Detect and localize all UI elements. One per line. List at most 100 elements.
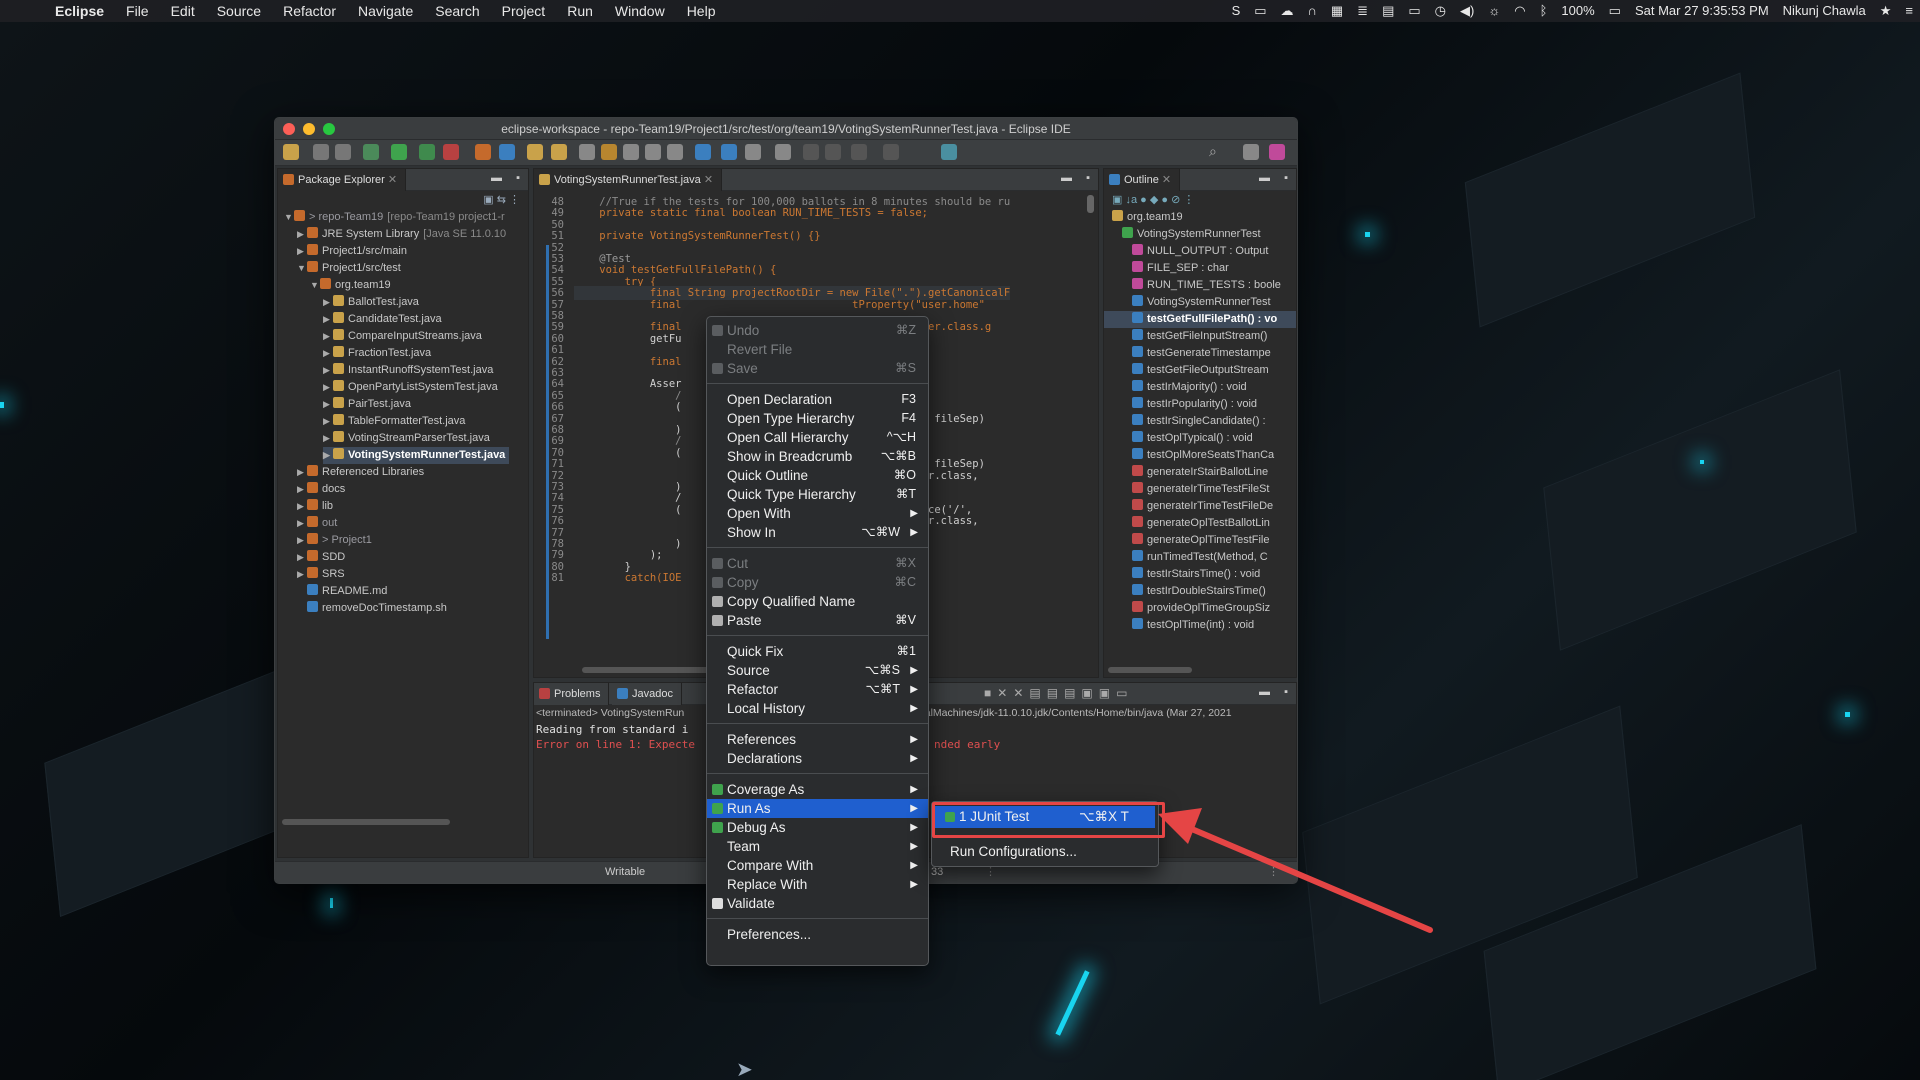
close-icon[interactable]: ✕ (704, 174, 713, 186)
wifi-icon[interactable]: ◠ (1507, 0, 1532, 22)
context-menu-item-coverage-as[interactable]: Coverage As ▶ (707, 780, 928, 799)
view-menu-icon[interactable]: ⋮ (509, 194, 520, 206)
collapse-arrow-icon[interactable]: ▶ (323, 294, 333, 311)
package-explorer-row[interactable]: ▼ org.team19 (310, 277, 395, 294)
debug-icon[interactable] (363, 144, 379, 160)
new-java-project-icon[interactable] (475, 144, 491, 160)
expand-arrow-icon[interactable]: ▼ (297, 260, 307, 277)
package-explorer-row[interactable]: ▶ TableFormatterTest.java (323, 413, 469, 430)
collapse-icon[interactable]: ▣ (1112, 194, 1122, 206)
brightness-icon[interactable]: ☼ (1481, 0, 1507, 22)
code-line[interactable]: getFu (574, 332, 682, 346)
package-explorer-row[interactable]: removeDocTimestamp.sh (297, 600, 451, 617)
package-explorer-row[interactable]: ▶ > Project1 (297, 532, 376, 549)
nav-forward-icon[interactable] (883, 144, 899, 160)
context-menu-item-refactor[interactable]: Refactor ⌥⌘T ▶ (707, 680, 928, 699)
outline-row[interactable]: org.team19 (1112, 209, 1183, 226)
pin-icon[interactable] (775, 144, 791, 160)
package-explorer-row[interactable]: ▶ docs (297, 481, 349, 498)
context-menu-item-quick-outline[interactable]: Quick Outline ⌘O (707, 466, 928, 485)
tab-package-explorer[interactable]: Package Explorer ✕ (278, 169, 407, 191)
code-line[interactable]: private static final boolean RUN_TIME_TE… (574, 206, 928, 220)
outline-row[interactable]: VotingSystemRunnerTest (1122, 226, 1261, 243)
package-explorer-row[interactable]: ▶ OpenPartyListSystemTest.java (323, 379, 502, 396)
package-explorer-row[interactable]: ▶ VotingSystemRunnerTest.java (323, 447, 510, 464)
search-tool-icon[interactable] (551, 144, 567, 160)
nav-back-icon[interactable] (851, 144, 867, 160)
close-icon[interactable]: ✕ (1162, 174, 1171, 186)
save-all-icon[interactable] (335, 144, 351, 160)
package-explorer-row[interactable]: ▶ Referenced Libraries (297, 464, 428, 481)
context-menu-item-quick-type-hierarchy[interactable]: Quick Type Hierarchy ⌘T (707, 485, 928, 504)
outline-row[interactable]: testIrMajority() : void (1132, 379, 1247, 396)
package-explorer-row[interactable]: ▶ FractionTest.java (323, 345, 435, 362)
menubar-source[interactable]: Source (206, 0, 272, 22)
outline-row[interactable]: RUN_TIME_TESTS : boole (1132, 277, 1281, 294)
sort-icon[interactable]: ↓a (1125, 194, 1137, 206)
code-line[interactable]: catch(IOE (574, 571, 682, 585)
context-menu-item-open-type-hierarchy[interactable]: Open Type Hierarchy F4 (707, 409, 928, 428)
back-icon[interactable] (803, 144, 819, 160)
coverage-icon[interactable] (419, 144, 435, 160)
outline-row[interactable]: testOplTypical() : void (1132, 430, 1253, 447)
cloud-icon[interactable]: ☁ (1274, 0, 1301, 22)
outline-row[interactable]: FILE_SEP : char (1132, 260, 1229, 277)
context-menu-item-debug-as[interactable]: Debug As ▶ (707, 818, 928, 837)
tab-editor-file[interactable]: VotingSystemRunnerTest.java ✕ (534, 169, 723, 191)
menubar-help[interactable]: Help (676, 0, 727, 22)
collapse-arrow-icon[interactable]: ▶ (323, 345, 333, 362)
zoom-window-button[interactable] (323, 123, 335, 135)
minimize-view-icon[interactable]: ▬ (1259, 172, 1270, 184)
view-menu-icon[interactable]: ⋮ (1183, 194, 1194, 206)
maximize-view-icon[interactable]: ▪ (1284, 686, 1288, 698)
menubar-window[interactable]: Window (604, 0, 676, 22)
memory-icon[interactable]: ▤ (1375, 0, 1401, 22)
horizontal-scrollbar[interactable] (282, 819, 450, 825)
package-explorer-row[interactable]: ▶ VotingStreamParserTest.java (323, 430, 494, 447)
outline-row[interactable]: testGenerateTimestampe (1132, 345, 1271, 362)
package-explorer-row[interactable]: ▶ out (297, 515, 341, 532)
tab-outline[interactable]: Outline ✕ (1104, 169, 1181, 191)
menubar-project[interactable]: Project (491, 0, 557, 22)
minimize-view-icon[interactable]: ▬ (1061, 172, 1072, 184)
package-explorer-row[interactable]: ▶ CompareInputStreams.java (323, 328, 486, 345)
context-menu-item-show-in[interactable]: Show In ⌥⌘W ▶ (707, 523, 928, 542)
toggle-mark-icon[interactable] (579, 144, 595, 160)
external-tools-icon[interactable] (443, 144, 459, 160)
next-annotation-icon[interactable] (721, 144, 737, 160)
new-icon[interactable] (283, 144, 299, 160)
menubar-file[interactable]: File (115, 0, 160, 22)
list-icon[interactable]: ≣ (1350, 0, 1375, 22)
expand-arrow-icon[interactable]: ▼ (284, 209, 294, 226)
run-icon[interactable] (391, 144, 407, 160)
notification-icon[interactable]: ▭ (1247, 0, 1273, 22)
user-name[interactable]: Nikunj Chawla (1776, 0, 1873, 22)
close-window-button[interactable] (283, 123, 295, 135)
calendar-icon[interactable]: ▦ (1324, 0, 1350, 22)
package-explorer-row[interactable]: ▶ lib (297, 498, 337, 515)
outline-row[interactable]: testIrPopularity() : void (1132, 396, 1257, 413)
outline-row[interactable]: testIrDoubleStairsTime() (1132, 583, 1266, 600)
collapse-arrow-icon[interactable]: ▶ (297, 532, 307, 549)
hide-static-icon[interactable]: ◆ (1150, 194, 1158, 206)
control-center-icon[interactable]: ≡ (1898, 0, 1920, 22)
package-explorer-row[interactable]: ▶ PairTest.java (323, 396, 415, 413)
link-editor-icon[interactable]: ⇆ (497, 194, 506, 206)
outline-row[interactable]: generateOplTestBallotLin (1132, 515, 1270, 532)
context-menu-item-declarations[interactable]: Declarations ▶ (707, 749, 928, 768)
copy-icon[interactable]: ▤ (1029, 686, 1046, 700)
package-explorer-row[interactable]: ▶ CandidateTest.java (323, 311, 446, 328)
search-icon[interactable]: ⌕ (1209, 144, 1225, 160)
highlight-icon[interactable] (601, 144, 617, 160)
open-console-icon[interactable]: ▭ (1116, 686, 1133, 700)
maximize-view-icon[interactable]: ▪ (1284, 172, 1288, 184)
package-explorer-row[interactable]: ▶ JRE System Library [Java SE 11.0.10 (297, 226, 506, 243)
maximize-view-icon[interactable]: ▪ (516, 172, 520, 184)
package-explorer-row[interactable]: ▶ Project1/src/main (297, 243, 411, 260)
collapse-arrow-icon[interactable]: ▶ (297, 515, 307, 532)
battery-percent[interactable]: 100% (1554, 0, 1601, 22)
context-menu-item-compare-with[interactable]: Compare With ▶ (707, 856, 928, 875)
context-menu-item-paste[interactable]: Paste ⌘V (707, 611, 928, 630)
volume-icon[interactable]: ◀) (1453, 0, 1481, 22)
collapse-arrow-icon[interactable]: ▶ (297, 464, 307, 481)
